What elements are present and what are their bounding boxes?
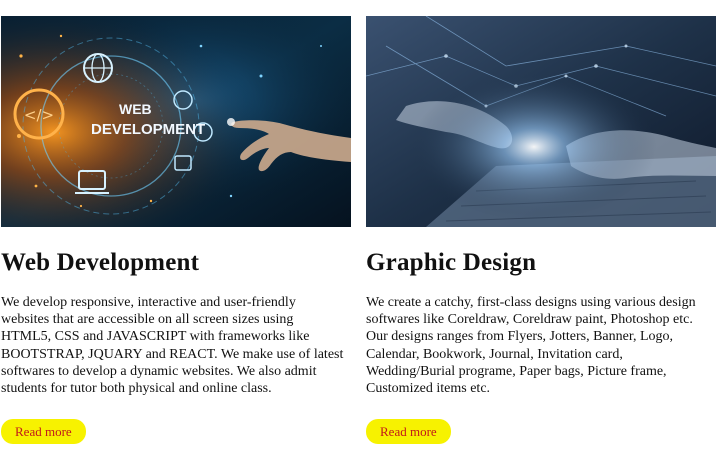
services-section: </> WEB DEVELOPMENT Web Development We d…: [0, 0, 723, 457]
web-development-image: </> WEB DEVELOPMENT: [1, 16, 351, 227]
svg-text:</>: </>: [24, 106, 54, 124]
svg-text:DEVELOPMENT: DEVELOPMENT: [91, 121, 205, 138]
card-title: Graphic Design: [366, 249, 537, 276]
web-label-text: WEB: [119, 101, 152, 117]
card-description: We create a catchy, first-class designs …: [366, 295, 696, 397]
service-card-graphic-design: Graphic Design We create a catchy, first…: [366, 16, 716, 444]
service-card-web-development: </> WEB DEVELOPMENT Web Development We d…: [1, 16, 351, 444]
graphic-design-image: [366, 16, 716, 227]
card-title: Web Development: [1, 249, 200, 276]
card-description: We develop responsive, interactive and u…: [1, 295, 344, 397]
read-more-button[interactable]: Read more: [1, 419, 86, 444]
read-more-button[interactable]: Read more: [366, 419, 451, 444]
